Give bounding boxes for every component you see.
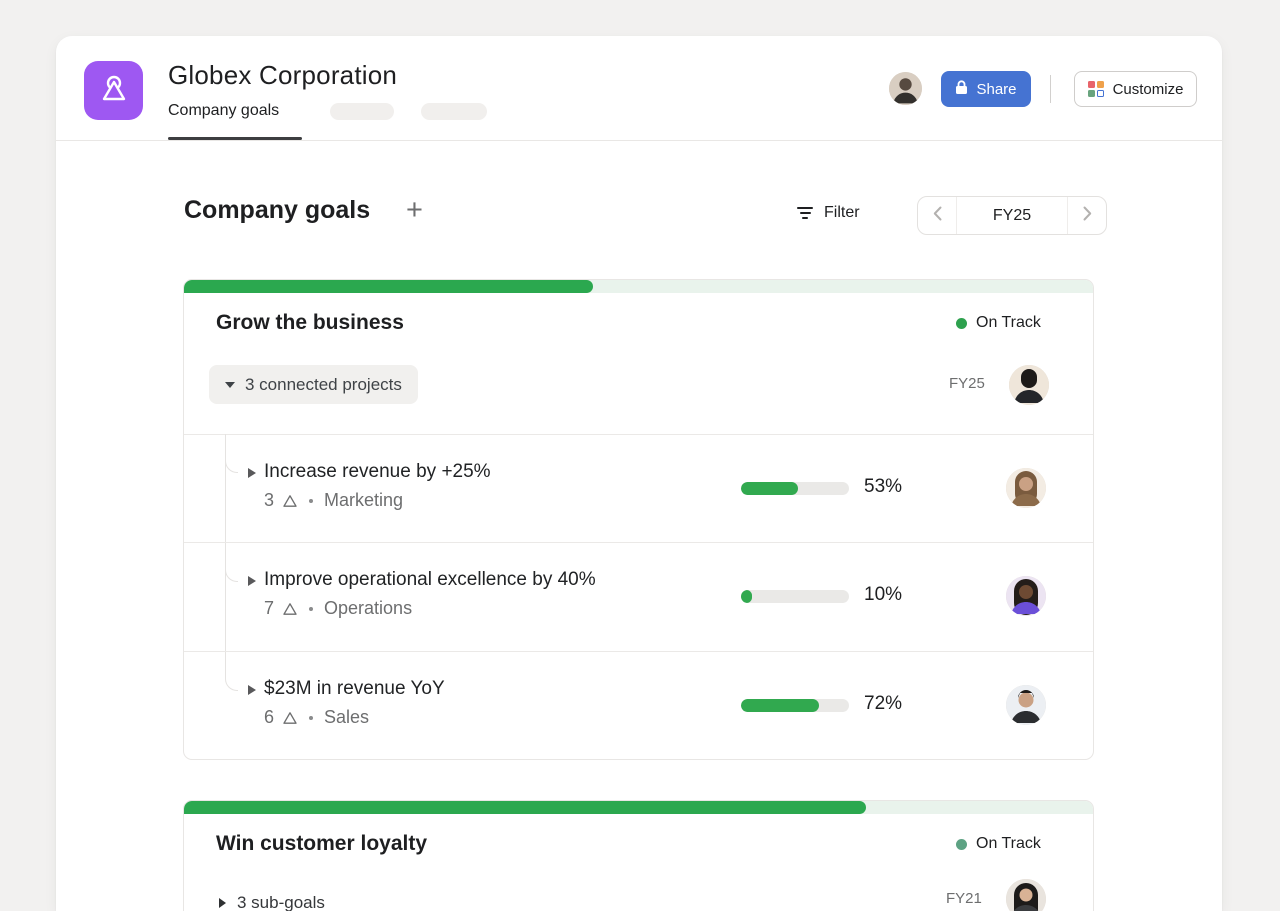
subgoal-meta: 7 Operations [264, 598, 412, 619]
goal-progress-bar [184, 280, 1093, 293]
goal-title[interactable]: Grow the business [216, 311, 404, 335]
customize-label: Customize [1112, 80, 1184, 98]
status-label: On Track [976, 835, 1041, 852]
goal-period: FY25 [949, 375, 985, 392]
period-stepper: FY25 [917, 196, 1107, 235]
share-label: Share [976, 80, 1017, 98]
subgoals-toggle[interactable]: 3 sub-goals [219, 893, 325, 911]
user-avatar[interactable] [889, 72, 922, 105]
connected-projects-label: 3 connected projects [245, 374, 402, 394]
tab-company-goals[interactable]: Company goals [168, 102, 279, 120]
subgoal-meta: 6 Sales [264, 707, 369, 728]
meta-separator-dot [309, 606, 314, 611]
org-logo[interactable] [84, 61, 143, 120]
caret-right-icon[interactable] [248, 685, 256, 695]
header-divider [56, 140, 1222, 141]
color-grid-icon [1087, 81, 1104, 97]
subgoal-count: 6 [264, 707, 275, 727]
subgoal-row[interactable]: Improve operational excellence by 40% 7 … [184, 542, 1093, 650]
meta-separator-dot [309, 715, 314, 720]
filter-button[interactable]: Filter [796, 204, 860, 222]
status-badge[interactable]: On Track [956, 835, 1041, 853]
caret-down-icon [225, 381, 235, 388]
subgoals-label: 3 sub-goals [237, 893, 325, 911]
caret-right-icon[interactable] [248, 576, 256, 586]
share-button[interactable]: Share [941, 71, 1031, 107]
goal-triangle-icon [282, 601, 298, 617]
connected-projects-toggle[interactable]: 3 connected projects [209, 365, 418, 404]
add-goal-button[interactable]: + [406, 194, 423, 226]
filter-label: Filter [824, 204, 860, 221]
caret-right-icon[interactable] [248, 468, 256, 478]
goal-progress-bar [184, 801, 1093, 814]
subgoal-title[interactable]: $23M in revenue YoY [264, 678, 445, 700]
subgoal-title[interactable]: Improve operational excellence by 40% [264, 569, 596, 591]
app-window: Globex Corporation Company goals Share C… [56, 36, 1222, 911]
prev-period-button[interactable] [918, 197, 956, 234]
status-badge[interactable]: On Track [956, 314, 1041, 332]
next-period-button[interactable] [1068, 197, 1106, 234]
subgoal-owner-avatar[interactable] [1006, 685, 1046, 725]
goal-triangle-icon [282, 710, 298, 726]
subgoal-owner-avatar[interactable] [1006, 468, 1046, 508]
subgoal-progress-bar [741, 590, 849, 603]
goal-card: Grow the business On Track 3 connected p… [183, 279, 1094, 760]
subgoal-progress-fill [741, 699, 819, 712]
subgoal-row[interactable]: $23M in revenue YoY 6 Sales 72% [184, 651, 1093, 761]
goal-triangle-icon [282, 493, 298, 509]
goal-period: FY21 [946, 890, 982, 907]
subgoal-count: 3 [264, 490, 275, 510]
subgoal-team: Sales [324, 707, 370, 727]
header-vertical-divider [1050, 75, 1051, 103]
chevron-right-icon [1083, 206, 1092, 226]
goal-title[interactable]: Win customer loyalty [216, 832, 427, 856]
goal-card: Win customer loyalty On Track 3 sub-goal… [183, 800, 1094, 911]
lock-icon [955, 79, 968, 99]
caret-right-icon [219, 898, 226, 908]
period-value[interactable]: FY25 [957, 207, 1067, 225]
org-title: Globex Corporation [168, 60, 398, 90]
subgoal-progress-fill [741, 482, 799, 495]
subgoal-progress-bar [741, 482, 849, 495]
subgoal-percent: 53% [864, 476, 903, 497]
subgoal-progress-fill [741, 590, 752, 603]
subgoal-title[interactable]: Increase revenue by +25% [264, 461, 491, 483]
chevron-left-icon [933, 206, 942, 226]
meta-separator-dot [309, 498, 314, 503]
subgoal-percent: 10% [864, 584, 903, 605]
tab-placeholder [330, 103, 394, 120]
subgoal-team: Operations [324, 598, 413, 618]
subgoal-progress-bar [741, 699, 849, 712]
status-dot [956, 317, 967, 329]
subgoal-row[interactable]: Increase revenue by +25% 3 Marketing 53% [184, 434, 1093, 542]
goal-owner-avatar[interactable] [1006, 879, 1046, 911]
page-title: Company goals [184, 196, 371, 224]
customize-button[interactable]: Customize [1074, 71, 1197, 107]
status-dot [956, 838, 967, 850]
goal-figure-icon [97, 71, 131, 110]
subgoal-meta: 3 Marketing [264, 490, 403, 511]
goal-progress-fill [184, 801, 866, 814]
filter-lines-icon [796, 207, 814, 219]
goal-owner-avatar[interactable] [1009, 365, 1049, 405]
status-label: On Track [976, 314, 1041, 331]
goal-progress-fill [184, 280, 594, 293]
tab-placeholder [421, 103, 487, 120]
subgoal-percent: 72% [864, 693, 903, 714]
subgoal-team: Marketing [324, 490, 404, 510]
subgoal-count: 7 [264, 598, 275, 618]
subgoal-owner-avatar[interactable] [1006, 576, 1046, 616]
